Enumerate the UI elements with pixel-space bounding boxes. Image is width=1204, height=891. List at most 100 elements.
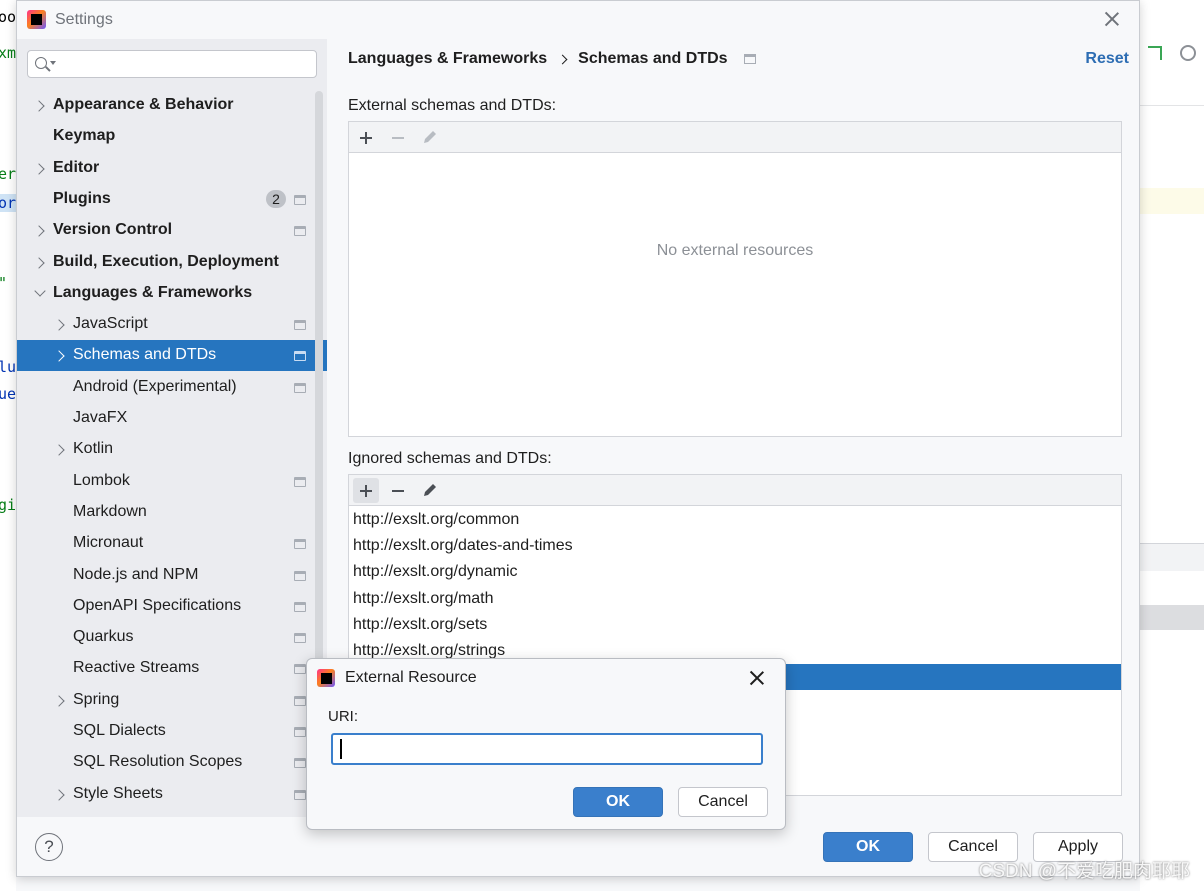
sidebar-item-label: Plugins <box>53 189 111 207</box>
edit-ignored-button[interactable] <box>417 478 443 503</box>
sidebar-item-languages-frameworks[interactable]: Languages & Frameworks <box>17 278 327 309</box>
sidebar-item-label: Kotlin <box>73 440 114 458</box>
reset-link[interactable]: Reset <box>1085 50 1129 68</box>
list-item[interactable]: http://exslt.org/sets <box>349 612 1121 638</box>
list-item[interactable]: http://exslt.org/math <box>349 586 1121 612</box>
sidebar-item-label: OpenAPI Specifications <box>73 596 242 614</box>
chevron-right-icon[interactable] <box>53 350 65 363</box>
chevron-right-icon[interactable] <box>53 444 65 456</box>
sidebar-item-javafx[interactable]: JavaFX <box>17 403 327 434</box>
chevron-right-icon[interactable] <box>33 162 45 175</box>
sidebar-item-javascript[interactable]: JavaScript <box>17 309 327 340</box>
modal-cancel-button[interactable]: Cancel <box>678 787 768 817</box>
chevron-right-icon[interactable] <box>33 256 45 269</box>
sidebar-item-label: Languages & Frameworks <box>53 283 253 301</box>
sidebar-item-markdown[interactable]: Markdown <box>17 497 327 528</box>
project-level-icon <box>294 351 306 362</box>
sidebar-item-label: JavaScript <box>73 315 148 333</box>
sidebar-item-label: JavaFX <box>73 409 128 426</box>
search-icon <box>35 57 47 69</box>
list-item[interactable]: http://exslt.org/dates-and-times <box>349 533 1121 559</box>
empty-state-text: No external resources <box>656 242 814 259</box>
title-bar: Settings <box>17 1 1139 39</box>
project-level-icon <box>294 382 306 393</box>
project-level-icon <box>294 758 306 769</box>
pencil-icon <box>424 484 436 496</box>
sidebar-item-label: Quarkus <box>73 628 134 646</box>
sidebar-item-label: Schemas and DTDs <box>73 346 217 364</box>
sidebar-item-label: SQL Resolution Scopes <box>73 753 243 771</box>
breadcrumb-parent[interactable]: Languages & Frameworks <box>348 50 547 68</box>
project-level-icon <box>294 320 306 331</box>
chevron-right-icon[interactable] <box>33 100 45 112</box>
sidebar-item-reactive-streams[interactable]: Reactive Streams <box>17 653 327 684</box>
sidebar-item-label: Build, Execution, Deployment <box>53 252 279 270</box>
close-icon[interactable] <box>1101 8 1123 30</box>
project-level-icon <box>294 695 306 706</box>
list-item[interactable]: http://exslt.org/common <box>349 507 1121 533</box>
sidebar-item-editor[interactable]: Editor <box>17 153 327 184</box>
search-box[interactable] <box>27 50 317 78</box>
sidebar-item-micronaut[interactable]: Micronaut <box>17 528 327 559</box>
help-button[interactable]: ? <box>35 833 63 861</box>
project-level-icon <box>294 194 306 205</box>
sidebar-item-label: Keymap <box>53 127 116 145</box>
background-editor-right <box>1140 0 1204 891</box>
sidebar-item-keymap[interactable]: Keymap <box>17 121 327 152</box>
window-title: Settings <box>55 11 113 28</box>
sidebar-scrollbar[interactable] <box>315 91 323 691</box>
sidebar-item-build-execution-deployment[interactable]: Build, Execution, Deployment <box>17 247 327 278</box>
sidebar-item-label: Android (Experimental) <box>73 377 237 395</box>
sidebar-item-appearance-behavior[interactable]: Appearance & Behavior <box>17 90 327 121</box>
ok-button[interactable]: OK <box>823 832 913 862</box>
remove-ignored-button[interactable] <box>385 478 411 503</box>
sidebar-item-schemas-and-dtds[interactable]: Schemas and DTDs <box>17 340 327 372</box>
chevron-right-icon <box>557 54 568 64</box>
breadcrumb: Languages & Frameworks Schemas and DTDs <box>348 50 756 68</box>
sidebar-item-spring[interactable]: Spring <box>17 685 327 716</box>
sidebar-item-android-experimental[interactable]: Android (Experimental) <box>17 372 327 403</box>
sidebar-item-openapi-specifications[interactable]: OpenAPI Specifications <box>17 591 327 622</box>
add-external-button[interactable] <box>353 125 379 150</box>
breadcrumb-current: Schemas and DTDs <box>578 50 728 67</box>
project-level-icon <box>294 570 306 581</box>
remove-external-button[interactable] <box>385 125 411 150</box>
add-ignored-button[interactable] <box>353 478 379 503</box>
project-level-icon <box>294 476 306 487</box>
sidebar-item-sql-dialects[interactable]: SQL Dialects <box>17 716 327 747</box>
sidebar-item-style-sheets[interactable]: Style Sheets <box>17 779 327 810</box>
sidebar-item-label: Style Sheets <box>73 784 163 802</box>
modal-ok-button[interactable]: OK <box>573 787 663 817</box>
project-level-icon <box>294 226 306 237</box>
sidebar-item-label: Spring <box>73 690 120 708</box>
modal-title: External Resource <box>345 669 477 686</box>
list-item[interactable]: http://exslt.org/dynamic <box>349 559 1121 585</box>
pencil-icon <box>424 131 436 143</box>
sidebar-item-lombok[interactable]: Lombok <box>17 466 327 497</box>
project-level-icon <box>294 727 306 737</box>
chevron-right-icon[interactable] <box>53 695 65 707</box>
sidebar-item-node-js-and-npm[interactable]: Node.js and NPM <box>17 560 327 591</box>
project-level-icon <box>294 539 306 550</box>
ignored-toolbar <box>349 475 1121 506</box>
sidebar-item-plugins[interactable]: Plugins 2 <box>17 184 327 215</box>
sidebar-item-sql-resolution-scopes[interactable]: SQL Resolution Scopes <box>17 747 327 778</box>
close-icon[interactable] <box>747 668 767 688</box>
sidebar-item-label: SQL Dialects <box>73 722 166 739</box>
edit-external-button[interactable] <box>417 125 443 150</box>
sidebar-item-version-control[interactable]: Version Control <box>17 215 327 246</box>
chevron-down-icon[interactable] <box>34 285 46 297</box>
sidebar-item-label: Version Control <box>53 221 173 239</box>
sidebar-item-quarkus[interactable]: Quarkus <box>17 622 327 653</box>
chevron-right-icon[interactable] <box>33 225 45 237</box>
sidebar-item-label: Micronaut <box>73 534 144 552</box>
search-input[interactable] <box>60 54 310 74</box>
sidebar-item-label: Lombok <box>73 471 130 489</box>
uri-input[interactable] <box>331 733 763 765</box>
sidebar-item-label: Reactive Streams <box>73 659 200 677</box>
chevron-right-icon[interactable] <box>53 788 65 801</box>
sidebar-item-kotlin[interactable]: Kotlin <box>17 434 327 465</box>
chevron-right-icon[interactable] <box>53 319 65 331</box>
external-schemas-panel: No external resources <box>348 121 1122 437</box>
chevron-down-icon <box>50 61 56 65</box>
